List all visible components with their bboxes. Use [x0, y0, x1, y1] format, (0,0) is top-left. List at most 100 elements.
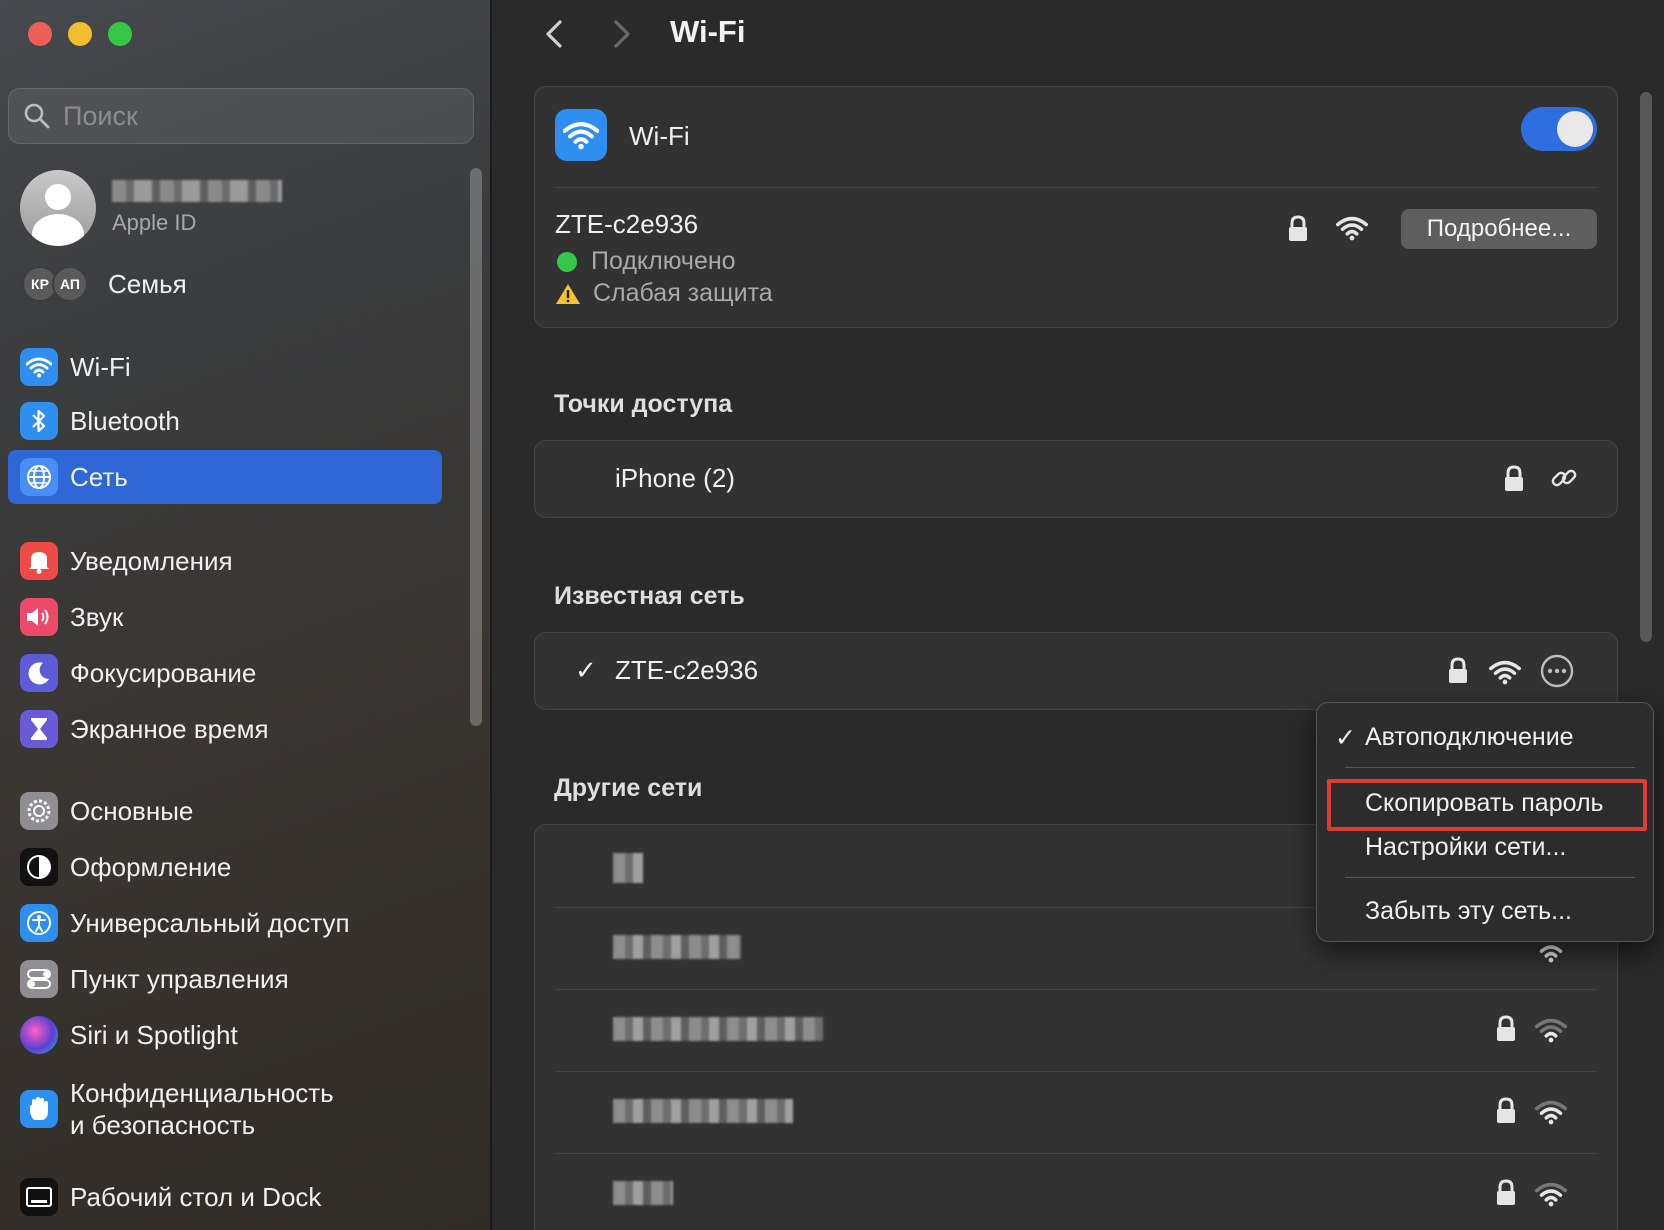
- bluetooth-icon: [20, 402, 58, 440]
- sidebar-item-label: Bluetooth: [70, 406, 180, 436]
- close-window-button[interactable]: [28, 22, 52, 46]
- current-network-name: ZTE-c2e936: [555, 209, 699, 239]
- bell-icon: [20, 542, 58, 580]
- minimize-window-button[interactable]: [68, 22, 92, 46]
- forward-button[interactable]: [604, 16, 640, 52]
- sidebar-item-focus[interactable]: Фокусирование: [8, 646, 442, 700]
- sidebar-item-bluetooth[interactable]: Bluetooth: [8, 394, 442, 448]
- hotspots-section-title: Точки доступа: [554, 390, 733, 418]
- back-button[interactable]: [536, 16, 572, 52]
- sidebar-item-label: Фокусирование: [70, 658, 257, 688]
- lock-icon: [1497, 1097, 1515, 1123]
- main-pane: Wi-Fi Wi-Fi ZTE-c2e936 Подключено Слабая…: [494, 0, 1664, 1230]
- hourglass-icon: [20, 710, 58, 748]
- wifi-signal-icon: [1336, 216, 1368, 241]
- moon-icon: [20, 654, 58, 692]
- list-item[interactable]: [535, 989, 1617, 1071]
- menu-item-forget-network[interactable]: Забыть эту сеть...: [1365, 897, 1572, 926]
- sidebar-item-label: Уведомления: [70, 546, 233, 576]
- search-field[interactable]: [8, 88, 474, 144]
- appearance-icon: [20, 848, 58, 886]
- family-item[interactable]: КР АП Семья: [22, 266, 187, 302]
- sidebar-item-screen-time[interactable]: Экранное время: [8, 702, 442, 756]
- family-label: Семья: [108, 268, 187, 299]
- search-icon: [24, 103, 50, 129]
- sidebar-item-label: Экранное время: [70, 714, 269, 744]
- sidebar-scrollbar[interactable]: [470, 168, 482, 726]
- menu-item-copy-password[interactable]: Скопировать пароль: [1365, 789, 1604, 818]
- details-button[interactable]: Подробнее...: [1401, 209, 1597, 249]
- checkmark-icon: ✓: [1335, 724, 1356, 752]
- network-name-redacted: [613, 935, 741, 959]
- wifi-card: Wi-Fi ZTE-c2e936 Подключено Слабая защит…: [534, 86, 1618, 328]
- network-context-menu: ✓ Автоподключение Скопировать пароль Нас…: [1316, 702, 1654, 942]
- security-status: Слабая защита: [555, 279, 773, 308]
- lock-icon: [1505, 465, 1523, 491]
- sidebar-item-network[interactable]: Сеть: [8, 450, 442, 504]
- network-name-redacted: [613, 853, 643, 883]
- zoom-window-button[interactable]: [108, 22, 132, 46]
- sidebar-item-siri-spotlight[interactable]: Siri и Spotlight: [8, 1008, 442, 1062]
- sidebar-item-label: Wi-Fi: [70, 352, 131, 382]
- list-item[interactable]: [535, 1071, 1617, 1153]
- network-name-redacted: [613, 1181, 673, 1205]
- list-item[interactable]: [535, 1153, 1617, 1230]
- link-icon[interactable]: [1549, 463, 1579, 493]
- sidebar-item-label: Рабочий стол и Dock: [70, 1182, 322, 1212]
- sidebar-item-notifications[interactable]: Уведомления: [8, 534, 442, 588]
- hotspot-name[interactable]: iPhone (2): [615, 463, 735, 494]
- account-name-redacted: [112, 180, 282, 202]
- speaker-icon: [20, 598, 58, 636]
- sidebar-item-label: Основные: [70, 796, 194, 826]
- sidebar-item-accessibility[interactable]: Универсальный доступ: [8, 896, 442, 950]
- wifi-icon: [555, 109, 607, 161]
- other-networks-section-title: Другие сети: [554, 774, 703, 802]
- sidebar-item-wifi[interactable]: Wi-Fi: [8, 340, 442, 394]
- wifi-signal-icon: [1489, 660, 1521, 685]
- network-name-redacted: [613, 1017, 823, 1041]
- lock-icon: [1449, 657, 1467, 683]
- connection-status: Подключено: [557, 247, 736, 276]
- known-network-section-title: Известная сеть: [554, 582, 745, 610]
- accessibility-icon: [20, 904, 58, 942]
- menu-item-network-settings[interactable]: Настройки сети...: [1365, 833, 1566, 862]
- page-title: Wi-Fi: [670, 14, 746, 49]
- network-name-redacted: [613, 1099, 793, 1123]
- sidebar-item-desktop-dock[interactable]: Рабочий стол и Dock: [8, 1170, 442, 1224]
- sidebar-item-label: Пункт управления: [70, 964, 289, 994]
- wifi-label: Wi-Fi: [629, 121, 690, 151]
- gear-icon: [20, 792, 58, 830]
- search-input[interactable]: [63, 100, 443, 132]
- avatar: [20, 170, 96, 246]
- checkmark-icon: ✓: [575, 655, 597, 685]
- toolbar: Wi-Fi: [494, 0, 1664, 70]
- sidebar-item-label: Siri и Spotlight: [70, 1020, 238, 1050]
- sidebar-item-appearance[interactable]: Оформление: [8, 840, 442, 894]
- siri-icon: [20, 1016, 58, 1054]
- hotspots-card: iPhone (2): [534, 440, 1618, 518]
- lock-icon: [1289, 215, 1307, 241]
- sidebar-item-general[interactable]: Основные: [8, 784, 442, 838]
- main-scrollbar[interactable]: [1640, 92, 1652, 642]
- connected-dot-icon: [557, 251, 577, 272]
- more-options-icon[interactable]: [1539, 653, 1575, 689]
- lock-icon: [1497, 1015, 1515, 1041]
- sidebar-item-sound[interactable]: Звук: [8, 590, 442, 644]
- apple-id-label: Apple ID: [112, 210, 197, 235]
- window-controls: [28, 22, 132, 46]
- control-center-icon: [20, 960, 58, 998]
- wifi-signal-icon: [1535, 1100, 1567, 1125]
- sidebar-item-control-center[interactable]: Пункт управления: [8, 952, 442, 1006]
- sidebar-item-label: Звук: [70, 602, 124, 632]
- sidebar-item-privacy-security[interactable]: Конфиденциальность и безопасность: [8, 1072, 442, 1146]
- sidebar: Apple ID КР АП Семья Wi-Fi Bluetooth Сет…: [0, 0, 492, 1230]
- menu-item-auto-connect[interactable]: Автоподключение: [1365, 723, 1574, 752]
- apple-id-account[interactable]: Apple ID: [20, 170, 282, 246]
- wifi-icon: [20, 348, 58, 386]
- known-network-name[interactable]: ZTE-c2e936: [615, 655, 758, 686]
- sidebar-item-label: Оформление: [70, 852, 232, 882]
- globe-icon: [20, 458, 58, 496]
- sidebar-item-label: Сеть: [70, 462, 128, 492]
- wifi-toggle[interactable]: [1521, 107, 1597, 151]
- sidebar-item-label: Конфиденциальность и безопасность: [70, 1078, 334, 1140]
